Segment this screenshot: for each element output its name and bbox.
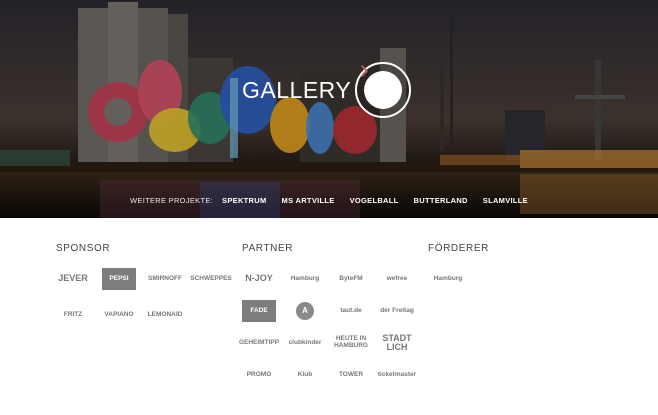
partner-logo-ticketmaster[interactable]: ticketmaster bbox=[378, 364, 416, 386]
hero-photo bbox=[0, 0, 658, 218]
partner-logo-bytefm[interactable]: ByteFM bbox=[334, 268, 368, 290]
sponsor-logo-fritz[interactable]: FRITZ bbox=[56, 304, 90, 326]
sponsor-logo-schweppes[interactable]: SCHWEPPES bbox=[190, 268, 232, 290]
partner-logo-hamburg[interactable]: Hamburg bbox=[288, 268, 322, 290]
partner-logo-a[interactable]: A bbox=[288, 300, 322, 322]
sponsor-section: SPONSOR JEVER PEPSI SMIRNOFF SCHWEPPES F… bbox=[56, 243, 232, 326]
partner-logo-taut[interactable]: taut.de bbox=[334, 300, 368, 322]
partner-logo-geheimtipp[interactable]: GEHEIMTIPP bbox=[239, 332, 279, 354]
partner-logo-promo[interactable]: PROMO bbox=[242, 364, 276, 386]
chevron-right-icon bbox=[361, 65, 368, 77]
more-projects-label: WEITERE PROJEKTE: bbox=[130, 195, 214, 205]
project-link-butterland[interactable]: BUTTERLAND bbox=[414, 196, 468, 205]
partner-logo-tower[interactable]: TOWER bbox=[334, 364, 368, 386]
foerderer-section: FÖRDERER Hamburg bbox=[428, 243, 548, 290]
sponsor-logo-lemonaid[interactable]: LEMONAID bbox=[148, 304, 183, 326]
project-link-spektrum[interactable]: SPEKTRUM bbox=[222, 196, 267, 205]
partner-logos: N-JOY Hamburg ByteFM wefree FADE A taut.… bbox=[239, 268, 422, 386]
partner-logo-wefree[interactable]: wefree bbox=[380, 268, 414, 290]
gallery-title[interactable]: GALLERY bbox=[242, 77, 351, 104]
partner-logo-freitag[interactable]: der Freitag bbox=[380, 300, 414, 322]
partner-logo-njoy[interactable]: N-JOY bbox=[242, 268, 276, 290]
project-link-ms-artville[interactable]: MS ARTVILLE bbox=[282, 196, 335, 205]
foerderer-logos: Hamburg bbox=[428, 268, 548, 290]
project-link-slamville[interactable]: SLAMVILLE bbox=[483, 196, 528, 205]
partner-logo-heute-in-hamburg[interactable]: HEUTE IN HAMBURG bbox=[334, 332, 368, 354]
more-projects-nav: WEITERE PROJEKTE: SPEKTRUM MS ARTVILLE V… bbox=[0, 193, 658, 207]
partner-logo-klub[interactable]: Klub bbox=[288, 364, 322, 386]
partner-heading: PARTNER bbox=[242, 243, 294, 254]
gallery-button-face[interactable] bbox=[361, 65, 402, 109]
partner-section: PARTNER N-JOY Hamburg ByteFM wefree FADE… bbox=[239, 243, 422, 386]
partner-logo-clubkinder[interactable]: clubkinder bbox=[288, 332, 322, 354]
foerderer-logo-hamburg[interactable]: Hamburg bbox=[428, 268, 468, 290]
sponsor-logo-smirnoff[interactable]: SMIRNOFF bbox=[148, 268, 182, 290]
foerderer-heading: FÖRDERER bbox=[428, 243, 489, 254]
partner-logo-fade[interactable]: FADE bbox=[242, 300, 276, 322]
sponsor-logo-vapiano[interactable]: VAPIANO bbox=[102, 304, 136, 326]
sponsor-logo-pepsi[interactable]: PEPSI bbox=[102, 268, 136, 290]
sponsor-heading: SPONSOR bbox=[56, 243, 111, 254]
sponsor-logo-jever[interactable]: JEVER bbox=[56, 268, 90, 290]
partner-logo-stadtlich[interactable]: STADT LICH bbox=[380, 332, 414, 354]
gallery-open-button[interactable] bbox=[355, 62, 411, 118]
hero-banner: GALLERY WEITERE PROJEKTE: SPEKTRUM MS AR… bbox=[0, 0, 658, 218]
sponsor-logos: JEVER PEPSI SMIRNOFF SCHWEPPES FRITZ VAP… bbox=[56, 268, 232, 326]
project-link-vogelball[interactable]: VOGELBALL bbox=[350, 196, 399, 205]
